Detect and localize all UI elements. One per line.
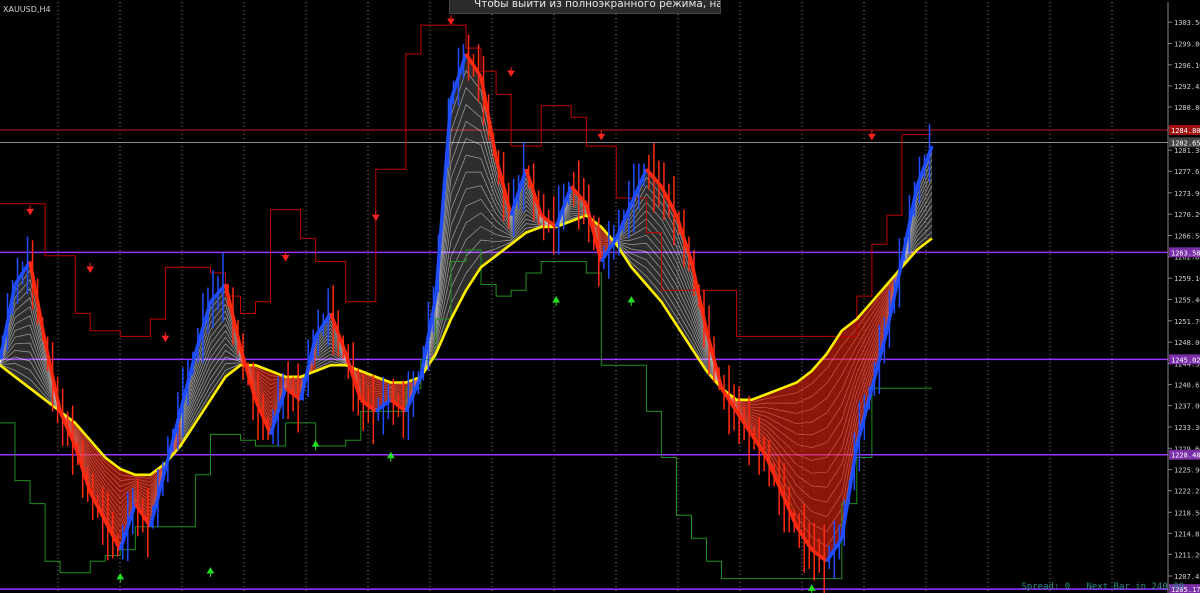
swing-low-arrow bbox=[311, 440, 320, 451]
axis-tick-label: 1303.50 bbox=[1174, 19, 1200, 27]
axis-tick-label: 1248.00 bbox=[1174, 339, 1200, 347]
axis-tick-label: 1225.90 bbox=[1174, 467, 1200, 475]
status-bar: Spread: 0 Next Bar in 240:00 bbox=[1021, 582, 1184, 592]
next-bar-value: 240:00 bbox=[1151, 582, 1184, 592]
status-sep-1: : bbox=[1053, 582, 1065, 592]
axis-tick-label: 1292.45 bbox=[1174, 83, 1200, 91]
axis-tick-label: 1218.50 bbox=[1174, 509, 1200, 517]
fullscreen-exit-banner: Чтобы выйти из полноэкранного режима, на… bbox=[449, 0, 721, 14]
axis-tick-label: 1211.20 bbox=[1174, 551, 1200, 559]
price-label: 1263.58 bbox=[1171, 249, 1200, 257]
axis-tick-label: 1255.40 bbox=[1174, 297, 1200, 305]
price-chart[interactable]: 1303.501299.801296.101292.451288.801285.… bbox=[0, 0, 1200, 593]
swing-low-arrow bbox=[807, 584, 816, 593]
swing-high-arrow bbox=[86, 262, 95, 273]
status-sep-2 bbox=[1070, 582, 1086, 592]
axis-tick-label: 1296.10 bbox=[1174, 62, 1200, 70]
axis-tick-label: 1251.70 bbox=[1174, 318, 1200, 326]
price-axis: 1303.501299.801296.101292.451288.801285.… bbox=[1167, 2, 1200, 593]
swing-low-arrow bbox=[206, 567, 215, 578]
axis-tick-label: 1288.80 bbox=[1174, 104, 1200, 112]
next-bar-label: Next Bar in bbox=[1086, 582, 1147, 592]
swing-high-arrow bbox=[161, 332, 170, 343]
axis-tick-label: 1207.45 bbox=[1174, 573, 1200, 581]
axis-tick-label: 1270.20 bbox=[1174, 211, 1200, 219]
swing-low-arrow bbox=[627, 296, 636, 307]
swing-high-arrow bbox=[371, 211, 380, 222]
swing-high-arrow bbox=[447, 15, 455, 26]
axis-tick-label: 1237.00 bbox=[1174, 403, 1200, 411]
swing-high-arrow bbox=[597, 130, 606, 141]
fullscreen-hint-text: Чтобы выйти из полноэкранного режима, на… bbox=[474, 0, 720, 10]
swing-high-arrow bbox=[507, 66, 515, 77]
axis-tick-label: 1214.85 bbox=[1174, 530, 1200, 538]
swing-low-arrow bbox=[116, 572, 125, 583]
axis-tick-label: 1259.10 bbox=[1174, 275, 1200, 283]
axis-tick-label: 1240.65 bbox=[1174, 382, 1200, 390]
axis-tick-label: 1299.80 bbox=[1174, 41, 1200, 49]
swing-high-arrow bbox=[26, 205, 34, 216]
symbol-label: XAUUSD,H4 bbox=[3, 5, 51, 14]
price-label: 1245.02 bbox=[1171, 356, 1200, 364]
axis-tick-label: 1281.30 bbox=[1174, 147, 1200, 155]
price-label: 1228.48 bbox=[1171, 452, 1200, 460]
price-label: 1284.80 bbox=[1171, 127, 1200, 135]
axis-tick-label: 1273.90 bbox=[1174, 190, 1200, 198]
axis-tick-label: 1266.50 bbox=[1174, 233, 1200, 241]
spread-label: Spread bbox=[1021, 582, 1054, 592]
axis-tick-label: 1222.25 bbox=[1174, 488, 1200, 496]
axis-tick-label: 1277.65 bbox=[1174, 168, 1200, 176]
swing-high-arrow bbox=[867, 130, 876, 141]
price-label: 1282.65 bbox=[1171, 139, 1200, 147]
axis-tick-label: 1233.30 bbox=[1174, 424, 1200, 432]
